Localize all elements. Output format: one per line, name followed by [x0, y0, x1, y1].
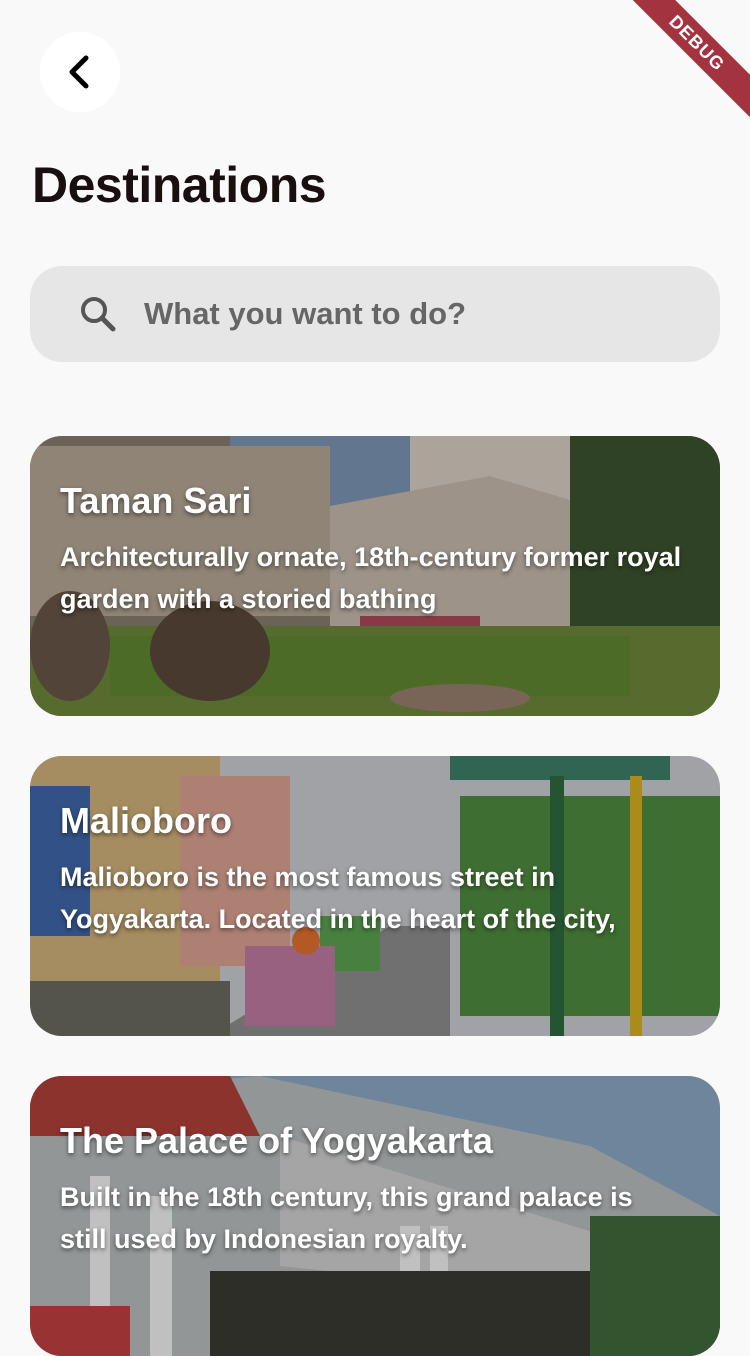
- destination-card-taman-sari[interactable]: Taman Sari Architecturally ornate, 18th-…: [30, 436, 720, 716]
- page-title: Destinations: [32, 157, 327, 213]
- destination-description: Malioboro is the most famous street in Y…: [60, 862, 616, 934]
- destination-description: Architecturally ornate, 18th-century for…: [60, 542, 682, 614]
- search-icon: [78, 294, 118, 334]
- destination-description: Built in the 18th century, this grand pa…: [60, 1182, 633, 1254]
- chevron-left-icon: [69, 55, 89, 89]
- destination-card-palace-of-yogyakarta[interactable]: The Palace of Yogyakarta Built in the 18…: [30, 1076, 720, 1356]
- destination-title: The Palace of Yogyakarta: [60, 1120, 493, 1161]
- debug-ribbon: DEBUG: [610, 0, 750, 140]
- search-bar[interactable]: [30, 266, 720, 362]
- destination-title: Taman Sari: [60, 480, 252, 521]
- destination-card-malioboro[interactable]: Malioboro Malioboro is the most famous s…: [30, 756, 720, 1036]
- debug-label: DEBUG: [619, 0, 750, 121]
- back-button[interactable]: [40, 32, 120, 112]
- search-input[interactable]: [142, 295, 720, 333]
- destination-title: Malioboro: [60, 800, 232, 841]
